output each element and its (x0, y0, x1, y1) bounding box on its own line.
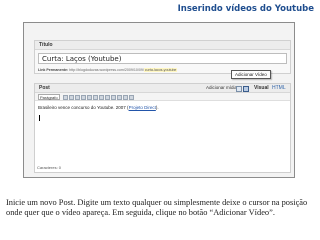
post-panel-header: Post Adicionar mídia Visual HTML (35, 84, 290, 93)
editor-text-line: Brasileiro vence concurso do Youtube. 20… (38, 105, 159, 110)
slide-caption: Inicie um novo Post. Digite um texto qua… (6, 198, 308, 217)
post-title-input[interactable]: Curta: Laços (Youtube) (38, 53, 287, 64)
post-panel: Post Adicionar mídia Visual HTML Parágra… (34, 83, 291, 173)
post-label: Post (39, 85, 50, 91)
permalink-label: Link Permanente: (38, 68, 69, 72)
text-color-button[interactable] (75, 94, 80, 100)
editor-screenshot: Título Curta: Laços (Youtube) Link Perma… (23, 22, 295, 178)
format-select[interactable]: Parágrafo (38, 94, 60, 100)
title-panel: Título Curta: Laços (Youtube) Link Perma… (34, 40, 291, 74)
character-count: Caracteres: 0 (37, 165, 62, 170)
justify-button[interactable] (69, 94, 74, 100)
formatting-toolbar: Parágrafo (35, 93, 290, 101)
permalink-slug[interactable]: curta-lacos-youtube (143, 68, 178, 72)
help-button[interactable] (129, 94, 134, 100)
title-panel-header: Título (35, 41, 290, 50)
outdent-button[interactable] (105, 94, 110, 100)
undo-button[interactable] (117, 94, 122, 100)
paste-word-button[interactable] (87, 94, 92, 100)
tab-html[interactable]: HTML (272, 85, 286, 91)
special-char-button[interactable] (99, 94, 104, 100)
remove-format-button[interactable] (93, 94, 98, 100)
indent-button[interactable] (111, 94, 116, 100)
permalink-url: http://blogdoduvas.wordpress.com/2009/10… (69, 68, 144, 72)
add-media-label: Adicionar mídia (206, 85, 238, 90)
tab-visual[interactable]: Visual (254, 85, 269, 91)
editor-link[interactable]: Projeto Direct (129, 105, 156, 110)
redo-button[interactable] (123, 94, 128, 100)
editor-text: Brasileiro vence concurso do Youtube. 20… (38, 105, 129, 110)
video-icon[interactable] (243, 85, 249, 92)
underline-button[interactable] (63, 94, 68, 100)
paste-text-button[interactable] (81, 94, 86, 100)
text-cursor (39, 115, 40, 121)
add-video-tooltip: Adicionar Vídeo (231, 70, 271, 79)
slide-title: Inserindo vídeos do Youtube (177, 4, 314, 14)
editor-text-end: ). (155, 105, 159, 110)
post-editor-body[interactable]: Brasileiro vence concurso do Youtube. 20… (35, 101, 290, 165)
image-icon[interactable] (236, 85, 242, 92)
